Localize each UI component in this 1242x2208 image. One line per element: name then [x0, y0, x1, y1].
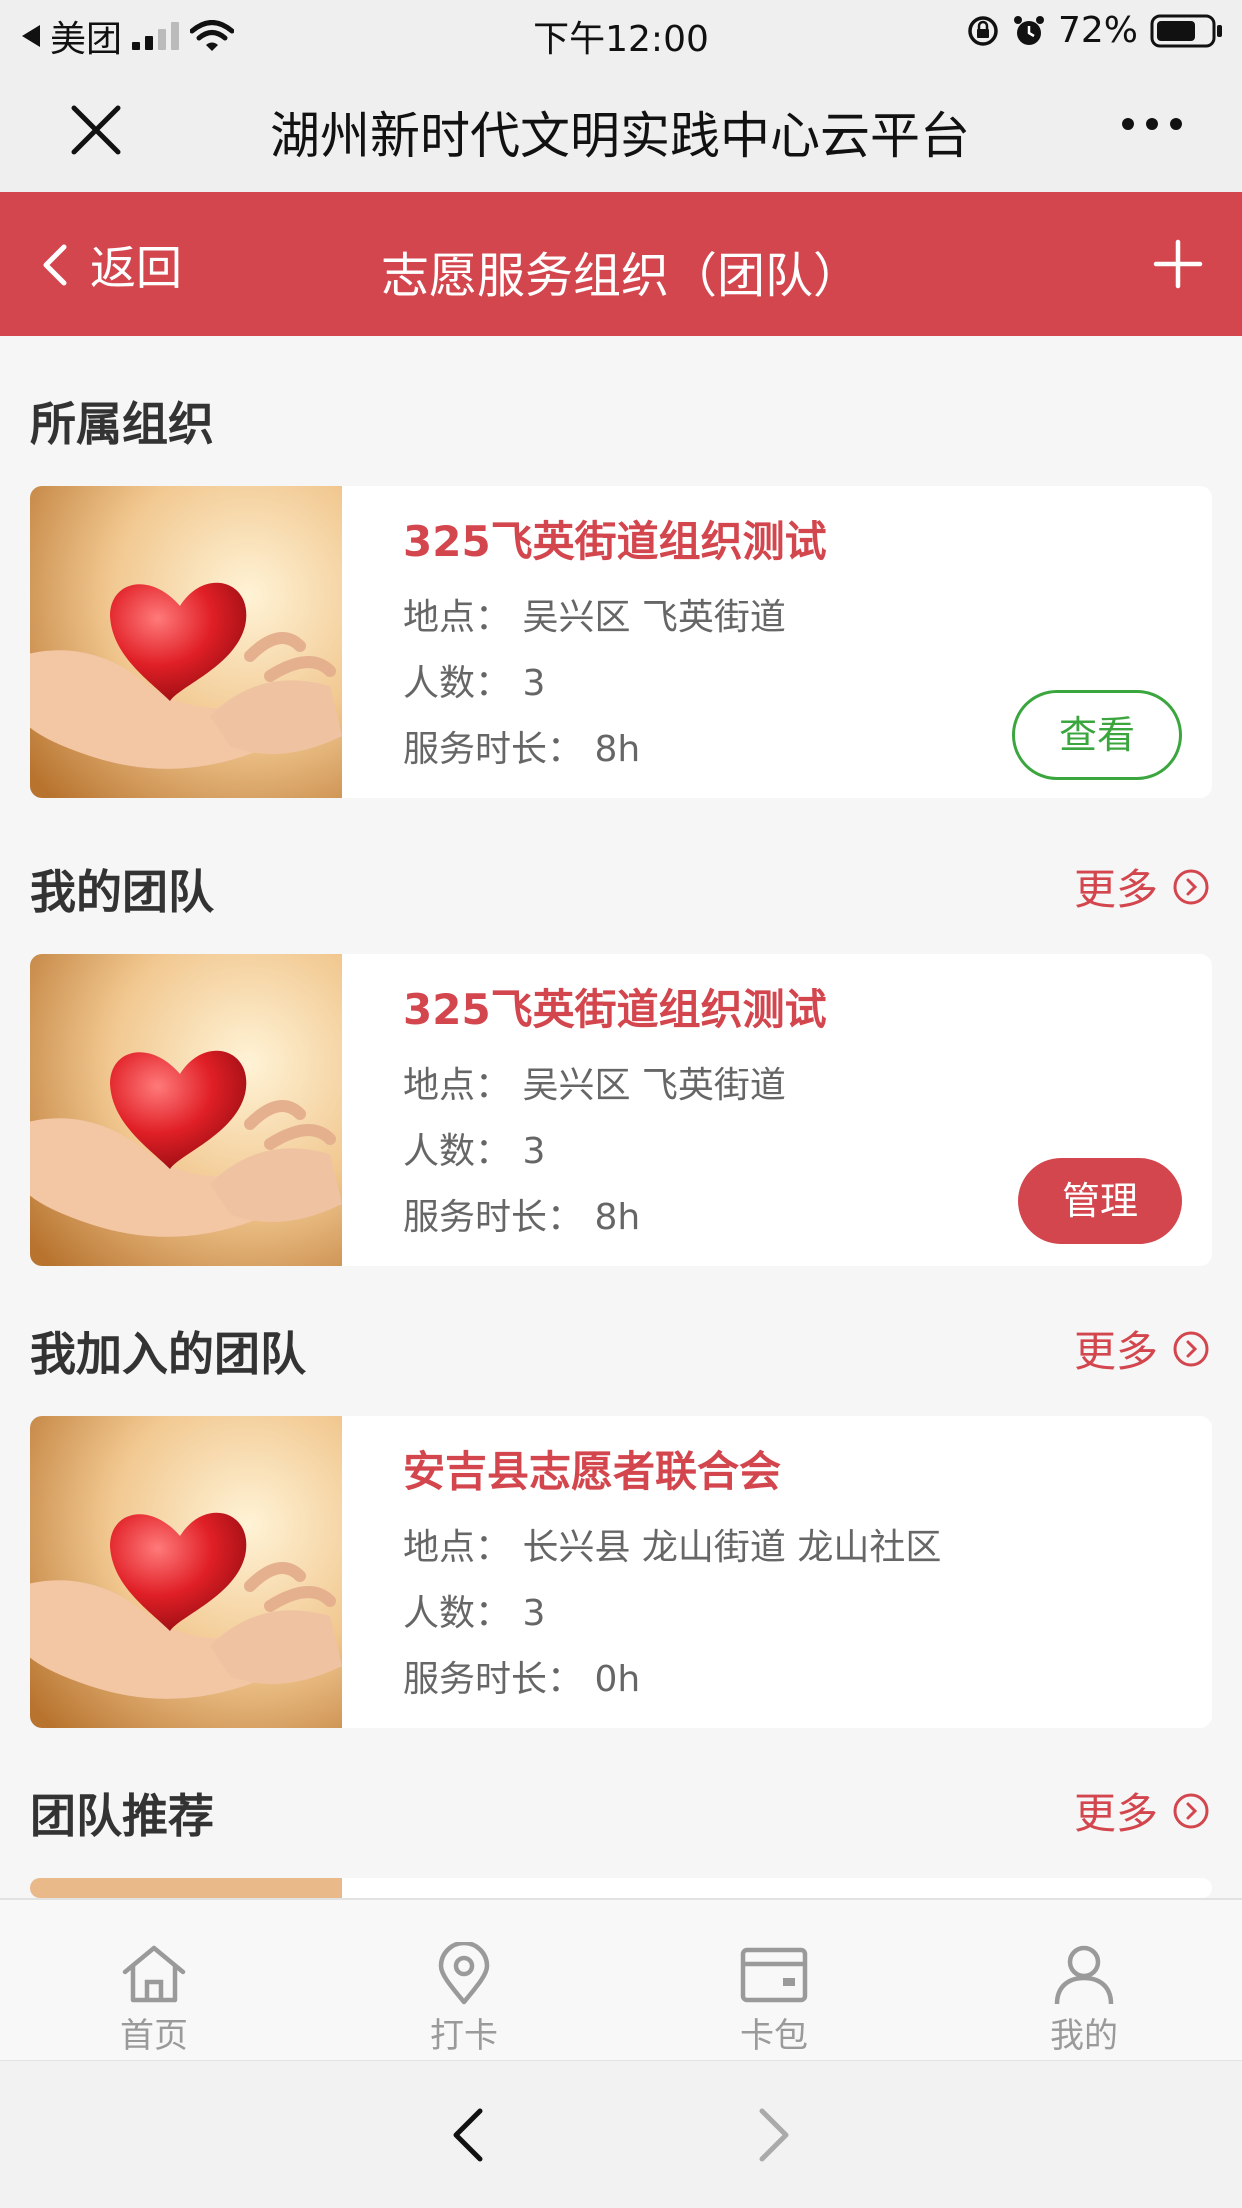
more-label: 更多 — [1073, 1327, 1158, 1376]
more-options-icon[interactable] — [1122, 118, 1182, 130]
tab-home[interactable]: 首页 — [54, 1942, 254, 2057]
section-title-recommended: 团队推荐 — [30, 1789, 214, 1843]
wechat-title-bar: 湖州新时代文明实践中心云平台 — [0, 62, 1242, 192]
tab-label: 我的 — [1050, 2016, 1118, 2056]
home-icon — [122, 1945, 186, 2003]
org-service-hours: 服务时长： 8h — [403, 729, 641, 770]
heart-in-hands-image — [30, 954, 342, 1266]
chevron-circle-right-icon — [1173, 1331, 1209, 1366]
chevron-circle-right-icon — [1173, 869, 1209, 904]
page-title: 志愿服务组织（团队） — [380, 248, 861, 304]
joined-team-service-hours: 服务时长： 0h — [403, 1659, 641, 1700]
joined-team-name[interactable]: 安吉县志愿者联合会 — [403, 1438, 781, 1499]
tab-wallet[interactable]: 卡包 — [674, 1942, 874, 2057]
org-card[interactable]: 325飞英街道组织测试 地点： 吴兴区 飞英街道 人数： 3 服务时长： 8h … — [30, 486, 1212, 798]
my-team-service-hours: 服务时长： 8h — [403, 1197, 641, 1238]
section-title-joined-teams: 我加入的团队 — [30, 1327, 306, 1381]
my-team-member-count: 人数： 3 — [403, 1131, 546, 1172]
app-header: 返回 志愿服务组织（团队） — [0, 192, 1242, 336]
my-team-more-link[interactable]: 更多 — [1074, 856, 1210, 917]
view-button[interactable]: 查看 — [1012, 690, 1182, 780]
org-member-count: 人数： 3 — [403, 663, 546, 704]
joined-team-card[interactable]: 安吉县志愿者联合会 地点： 长兴县 龙山街道 龙山社区 人数： 3 服务时长： … — [30, 1416, 1212, 1728]
wechat-page-title: 湖州新时代文明实践中心云平台 — [270, 107, 970, 165]
my-team-name[interactable]: 325飞英街道组织测试 — [403, 976, 827, 1037]
location-pin-icon — [438, 1942, 490, 2005]
my-team-location: 地点： 吴兴区 飞英街道 — [403, 1065, 786, 1106]
tab-label: 卡包 — [740, 2016, 808, 2056]
org-name[interactable]: 325飞英街道组织测试 — [403, 508, 827, 569]
status-bar: 美团 下午12:00 72% — [0, 0, 1242, 62]
rotation-lock-icon — [968, 15, 998, 46]
app-page: 美团 下午12:00 72% 湖州新时代文明实践中心云平台 返回 志愿服务组织（… — [0, 0, 1242, 2208]
browser-navigation-bar — [0, 2060, 1242, 2208]
tab-mine[interactable]: 我的 — [984, 1942, 1184, 2057]
chevron-left-icon[interactable] — [446, 2105, 490, 2165]
person-icon — [1054, 1945, 1114, 2005]
org-location: 地点： 吴兴区 飞英街道 — [403, 597, 786, 638]
heart-in-hands-image — [30, 1416, 342, 1728]
manage-button[interactable]: 管理 — [1018, 1158, 1182, 1244]
recommended-more-link[interactable]: 更多 — [1074, 1780, 1210, 1841]
bottom-tab-bar: 首页 打卡 卡包 我的 — [0, 1898, 1242, 2060]
tab-checkin[interactable]: 打卡 — [364, 1942, 564, 2057]
joined-team-member-count: 人数： 3 — [403, 1593, 546, 1634]
close-icon[interactable] — [64, 98, 128, 162]
tab-label: 首页 — [120, 2016, 188, 2056]
wallet-icon — [740, 1947, 808, 2003]
heart-in-hands-image — [30, 486, 342, 798]
add-icon[interactable] — [1150, 236, 1206, 292]
battery-percent: 72% — [1057, 10, 1138, 51]
my-team-card[interactable]: 325飞英街道组织测试 地点： 吴兴区 飞英街道 人数： 3 服务时长： 8h … — [30, 954, 1212, 1266]
recommended-card-partial[interactable] — [30, 1878, 1212, 1898]
battery-icon — [1150, 14, 1222, 47]
more-label: 更多 — [1073, 865, 1158, 914]
more-label: 更多 — [1073, 1789, 1158, 1838]
chevron-circle-right-icon — [1173, 1793, 1209, 1828]
joined-team-location: 地点： 长兴县 龙山街道 龙山社区 — [403, 1527, 942, 1568]
joined-teams-more-link[interactable]: 更多 — [1074, 1318, 1210, 1379]
tab-label: 打卡 — [430, 2016, 498, 2056]
section-title-org: 所属组织 — [30, 397, 214, 451]
section-title-my-team: 我的团队 — [30, 865, 214, 919]
chevron-right-icon[interactable] — [752, 2105, 796, 2165]
alarm-icon — [1013, 15, 1044, 45]
